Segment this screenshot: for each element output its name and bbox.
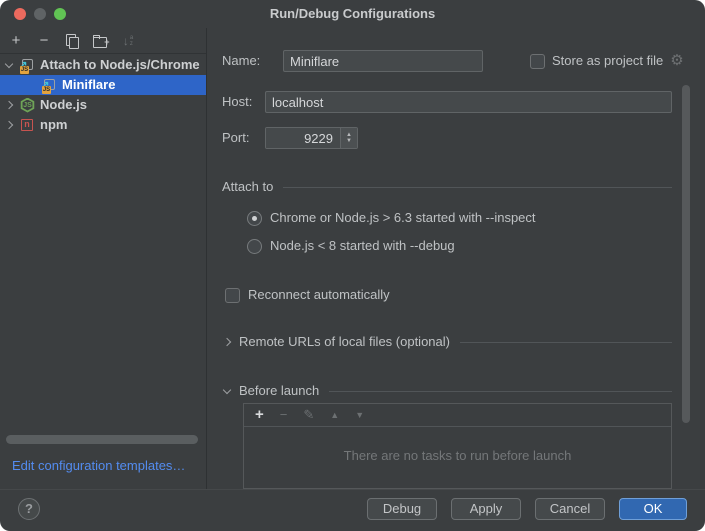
section-separator-line [283, 187, 672, 188]
sort-alphabetically-icon: ↓ a z [120, 33, 136, 49]
port-row: Port: [222, 127, 249, 149]
tree-item-attach-node-chrome[interactable]: ↗ JS Attach to Node.js/Chrome [0, 55, 206, 75]
attach-to-section-header: Attach to [222, 176, 672, 198]
name-row: Name: [222, 50, 260, 72]
before-launch-toolbar: + − ✎ ▲ ▼ [244, 404, 671, 427]
tree-item-npm[interactable]: n npm [0, 115, 206, 135]
chevron-right-icon[interactable] [5, 121, 13, 129]
run-debug-configurations-dialog: Run/Debug Configurations + − + ↓ a z [0, 0, 705, 531]
tree-item-label: npm [40, 115, 67, 135]
edit-configuration-templates-link[interactable]: Edit configuration templates… [12, 458, 185, 473]
port-spinner-field: ▲ ▼ [265, 127, 358, 149]
tree-item-label: Miniflare [62, 75, 115, 95]
tree-item-label: Attach to Node.js/Chrome [40, 55, 200, 75]
add-task-icon[interactable]: + [255, 408, 264, 422]
move-task-up-icon: ▲ [330, 408, 339, 422]
edit-task-icon: ✎ [303, 408, 314, 422]
port-input[interactable] [266, 128, 340, 148]
section-separator-line [329, 391, 672, 392]
store-as-project-file-row: Store as project file ⚙ [530, 50, 684, 72]
folder-icon: + [93, 34, 108, 47]
host-row: Host: [222, 91, 252, 113]
configuration-form: Name: Store as project file ⚙ Host: Port… [208, 28, 705, 489]
chevron-right-icon[interactable] [223, 338, 231, 346]
store-as-project-file-checkbox[interactable] [530, 54, 545, 69]
dialog-title: Run/Debug Configurations [0, 0, 705, 28]
radio-inspect-label: Chrome or Node.js > 6.3 started with --i… [270, 207, 536, 229]
tree-item-label: Node.js [40, 95, 87, 115]
radio-debug-label: Node.js < 8 started with --debug [270, 235, 455, 257]
remove-task-icon: − [280, 408, 288, 422]
move-task-down-icon: ▼ [355, 408, 364, 422]
radio-debug-unselected[interactable] [247, 239, 262, 254]
spinner-down-icon[interactable]: ▼ [346, 138, 352, 144]
attach-to-label: Attach to [222, 176, 273, 198]
configurations-tree: ↗ JS Attach to Node.js/Chrome ↗ JS Minif… [0, 55, 206, 135]
name-label: Name: [222, 50, 260, 72]
reconnect-row[interactable]: Reconnect automatically [225, 284, 390, 306]
tree-item-nodejs[interactable]: JS Node.js [0, 95, 206, 115]
store-as-project-file-label: Store as project file [552, 50, 663, 72]
new-folder-icon[interactable]: + [92, 33, 108, 49]
no-tasks-message: There are no tasks to run before launch [244, 448, 671, 463]
horizontal-scrollbar[interactable] [6, 435, 198, 444]
name-input[interactable] [283, 50, 483, 72]
port-spinner-buttons: ▲ ▼ [340, 128, 357, 148]
vertical-scrollbar[interactable] [682, 85, 690, 423]
chevron-down-icon[interactable] [5, 59, 13, 67]
copy-icon [65, 34, 79, 48]
sidebar-toolbar: + − + ↓ a z [0, 28, 206, 54]
folder-plus-glyph: + [104, 34, 109, 50]
before-launch-section-header[interactable]: Before launch [222, 380, 672, 402]
chevron-down-icon[interactable] [223, 385, 231, 393]
radio-inspect-row[interactable]: Chrome or Node.js > 6.3 started with --i… [247, 207, 536, 229]
help-button[interactable]: ? [18, 498, 40, 520]
add-configuration-icon[interactable]: + [8, 33, 24, 49]
host-label: Host: [222, 91, 252, 113]
remote-urls-section-header[interactable]: Remote URLs of local files (optional) [222, 331, 672, 353]
tree-item-miniflare[interactable]: ↗ JS Miniflare [0, 75, 206, 95]
chevron-right-icon[interactable] [5, 101, 13, 109]
cancel-button[interactable]: Cancel [535, 498, 605, 520]
port-label: Port: [222, 127, 249, 149]
nodejs-icon: JS [20, 98, 35, 113]
radio-inspect-selected[interactable] [247, 211, 262, 226]
host-input[interactable] [265, 91, 672, 113]
before-launch-panel: + − ✎ ▲ ▼ There are no tasks to run befo… [243, 403, 672, 489]
attach-config-icon: ↗ JS [42, 78, 57, 93]
copy-configuration-icon[interactable] [64, 33, 80, 49]
attach-config-type-icon: ↗ JS [20, 58, 35, 73]
dialog-footer: ? Debug Apply Cancel OK [0, 489, 705, 531]
npm-icon: n [20, 118, 35, 133]
before-launch-label: Before launch [239, 380, 319, 402]
ok-button[interactable]: OK [619, 498, 687, 520]
remove-configuration-icon[interactable]: − [36, 33, 52, 49]
reconnect-checkbox[interactable] [225, 288, 240, 303]
sort-arrow-glyph: ↓ [123, 33, 129, 49]
store-settings-gear-icon[interactable]: ⚙ [670, 50, 683, 72]
remote-urls-label: Remote URLs of local files (optional) [239, 331, 450, 353]
reconnect-label: Reconnect automatically [248, 284, 390, 306]
configurations-sidebar: + − + ↓ a z ↗ JS [0, 28, 207, 489]
radio-debug-row[interactable]: Node.js < 8 started with --debug [247, 235, 455, 257]
sort-z-glyph: z [130, 41, 133, 47]
section-separator-line [460, 342, 672, 343]
debug-button[interactable]: Debug [367, 498, 437, 520]
apply-button[interactable]: Apply [451, 498, 521, 520]
titlebar: Run/Debug Configurations [0, 0, 705, 28]
